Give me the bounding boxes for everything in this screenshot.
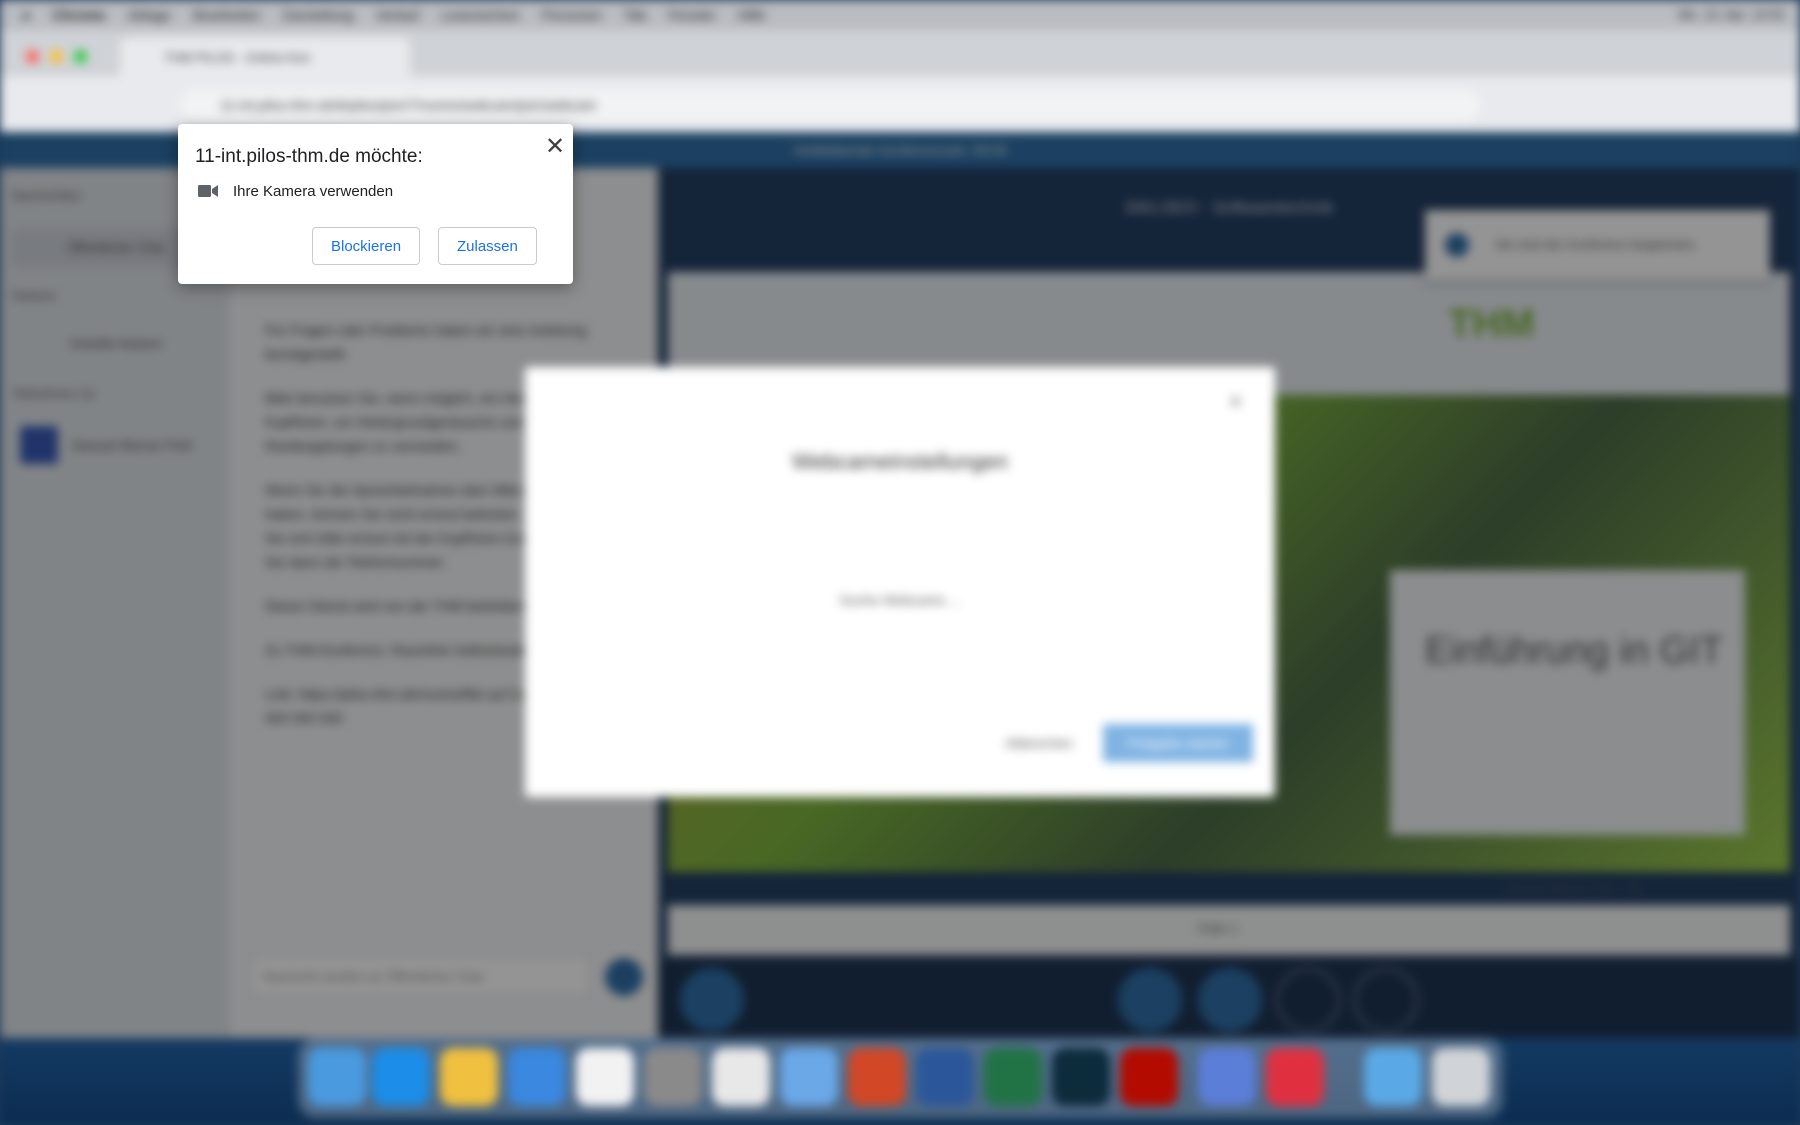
block-button[interactable]: Blockieren [312, 227, 421, 265]
browser-tab[interactable]: THM PILOS - Online-Kon [120, 38, 410, 76]
dock-chrome-icon[interactable] [712, 1048, 770, 1106]
dock-calendar-icon[interactable] [576, 1048, 634, 1106]
apple-icon[interactable]: ● [22, 7, 30, 23]
menu-darstellung[interactable]: Darstellung [283, 7, 354, 23]
menu-verlauf[interactable]: Verlauf [376, 7, 420, 23]
menu-personen[interactable]: Personen [542, 7, 602, 23]
tab-title: THM PILOS - Online-Kon [164, 50, 311, 65]
dock-appstore-icon[interactable] [372, 1048, 430, 1106]
dock-activity-icon[interactable] [1266, 1048, 1324, 1106]
address-bar[interactable]: 11-int.pilos-thm.de/b/pilos/join/7/rooms… [180, 90, 1480, 120]
menu-ablage[interactable]: Ablage [127, 7, 171, 23]
window-zoom-icon[interactable] [74, 50, 87, 63]
dock-folder-icon[interactable] [1364, 1048, 1422, 1106]
webcam-cancel-button[interactable]: Abbrechen [1005, 735, 1073, 751]
menu-tab[interactable]: Tab [624, 7, 647, 23]
window-minimize-icon[interactable] [50, 50, 63, 63]
menu-lesezeichen[interactable]: Lesezeichen [441, 7, 520, 23]
dock-app-icon[interactable] [1198, 1048, 1256, 1106]
dock-photoshop-icon[interactable] [1052, 1048, 1110, 1106]
dock-teams-icon[interactable] [780, 1048, 838, 1106]
dock-acrobat-icon[interactable] [1120, 1048, 1178, 1106]
permission-origin: 11-int.pilos-thm.de möchte: [195, 146, 423, 167]
menu-hilfe[interactable]: Hilfe [738, 7, 766, 23]
permission-request: Ihre Kamera verwenden [233, 183, 394, 200]
webcam-dialog-close-icon[interactable]: ✕ [1228, 392, 1243, 413]
menubar-clock[interactable]: Mo. 13. Apr. 13:53 [1678, 7, 1784, 22]
macos-menubar: ● Chrome Ablage Bearbeiten Darstellung V… [0, 0, 1800, 30]
dock-excel-icon[interactable] [984, 1048, 1042, 1106]
menu-app[interactable]: Chrome [52, 7, 105, 23]
webcam-settings-dialog: Webcameinstellungen ✕ Suche Webcams ... … [525, 367, 1275, 797]
camera-icon [198, 184, 218, 203]
webcam-dialog-title: Webcameinstellungen [791, 449, 1009, 474]
dock-finder-icon[interactable] [308, 1048, 366, 1106]
camera-permission-popup: 11-int.pilos-thm.de möchte: ✕ Ihre Kamer… [178, 124, 573, 284]
dock-trash-icon[interactable] [1432, 1048, 1490, 1106]
allow-button[interactable]: Zulassen [438, 227, 537, 265]
dock-word-icon[interactable] [916, 1048, 974, 1106]
menu-fenster[interactable]: Fenster [668, 7, 715, 23]
window-close-icon[interactable] [26, 50, 39, 63]
menu-bearbeiten[interactable]: Bearbeiten [193, 7, 261, 23]
dock-safari-icon[interactable] [508, 1048, 566, 1106]
close-icon[interactable]: ✕ [545, 132, 565, 161]
dock-powerpoint-icon[interactable] [848, 1048, 906, 1106]
webcam-search-status: Suche Webcams ... [839, 592, 961, 608]
webcam-start-button[interactable]: Freigabe starten [1103, 724, 1253, 762]
dock-photos-icon[interactable] [440, 1048, 498, 1106]
dock-settings-icon[interactable] [644, 1048, 702, 1106]
